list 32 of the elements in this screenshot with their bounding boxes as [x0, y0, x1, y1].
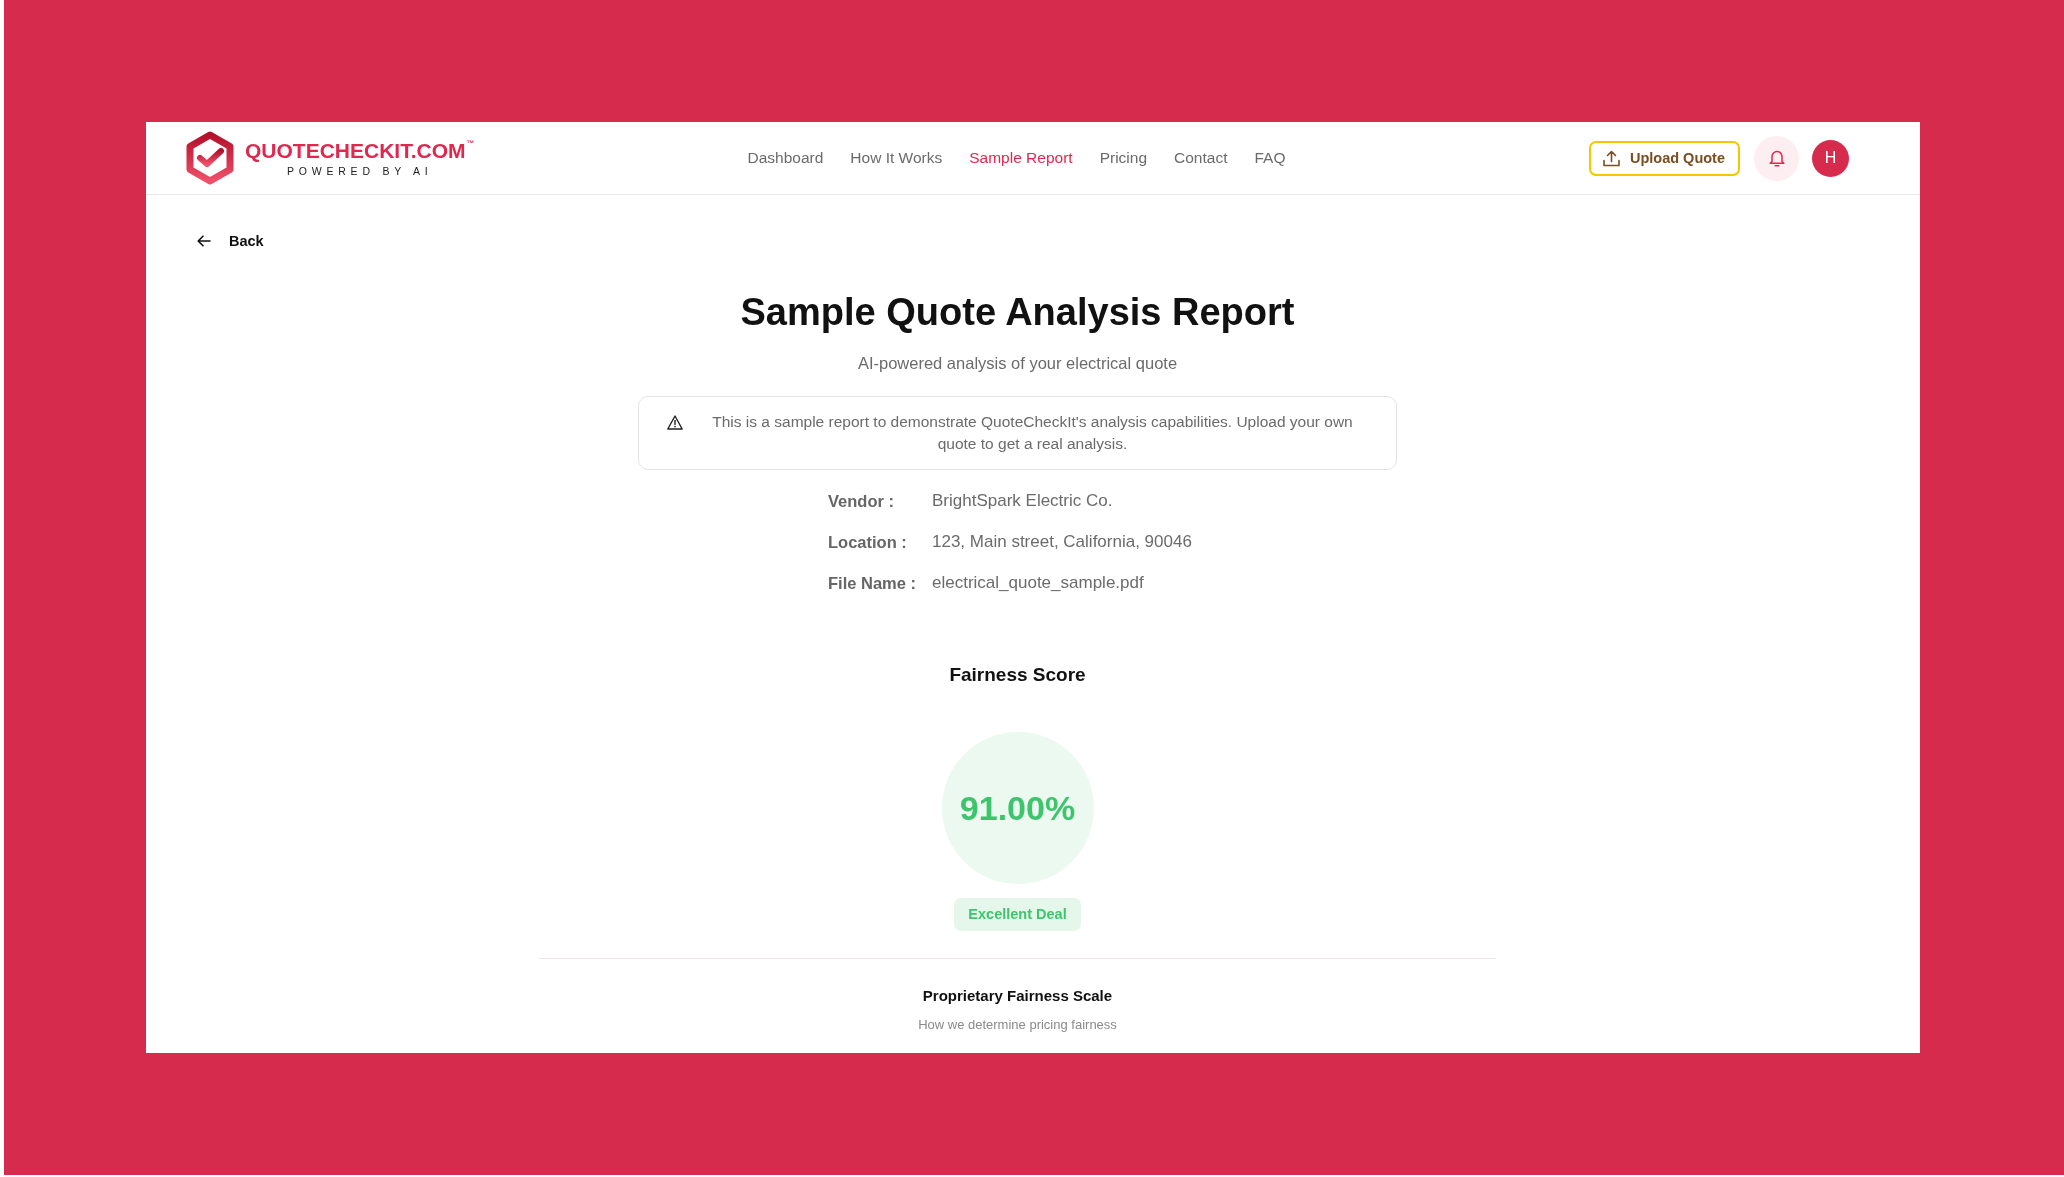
- detail-label: Location :: [828, 532, 908, 553]
- report-title: Sample Quote Analysis Report: [740, 290, 1295, 335]
- nav-link[interactable]: Pricing: [1099, 148, 1147, 168]
- scale-subtitle: How we determine pricing fairness: [918, 1017, 1117, 1033]
- trademark-symbol: ™: [466, 139, 475, 148]
- detail-value: 123, Main street, California, 90046: [932, 531, 1193, 553]
- arrow-left-icon: [197, 235, 211, 247]
- nav-link[interactable]: Sample Report: [969, 148, 1073, 168]
- detail-value: electrical_quote_sample.pdf: [932, 572, 1145, 594]
- nav-link[interactable]: Contact: [1174, 148, 1228, 168]
- bell-icon: [1768, 149, 1785, 167]
- report-subtitle: AI-powered analysis of your electrical quote: [857, 353, 1178, 374]
- nav-link[interactable]: How It Works: [850, 148, 943, 168]
- warning-icon: [667, 415, 683, 430]
- rating-badge: Excellent Deal: [954, 898, 1081, 931]
- upload-icon: [1602, 149, 1620, 167]
- nav-link[interactable]: Dashboard: [747, 148, 824, 168]
- detail-label: Vendor :: [828, 491, 895, 512]
- back-link[interactable]: Back: [197, 231, 264, 251]
- detail-value: BrightSpark Electric Co.: [932, 490, 1114, 512]
- scale-title: Proprietary Fairness Scale: [922, 986, 1113, 1006]
- score-value: 91.00%: [959, 788, 1076, 828]
- notifications-button[interactable]: [1754, 135, 1799, 181]
- logo-icon: [184, 131, 236, 185]
- notice-text: This is a sample report to demonstrate QuoteCheckIt's analysis capabilities. Upload your own quote to get a real analysis.: [711, 412, 1354, 454]
- detail-label: File Name :: [828, 573, 918, 594]
- logo-wordmark: QUOTECHECKIT.COM: [245, 139, 466, 162]
- nav-link[interactable]: FAQ: [1254, 148, 1286, 168]
- logo-tagline: POWERED BY AI: [286, 164, 433, 177]
- upload-quote-button[interactable]: Upload Quote: [1588, 140, 1740, 176]
- user-avatar[interactable]: H: [1812, 139, 1849, 177]
- score-heading: Fairness Score: [949, 663, 1086, 687]
